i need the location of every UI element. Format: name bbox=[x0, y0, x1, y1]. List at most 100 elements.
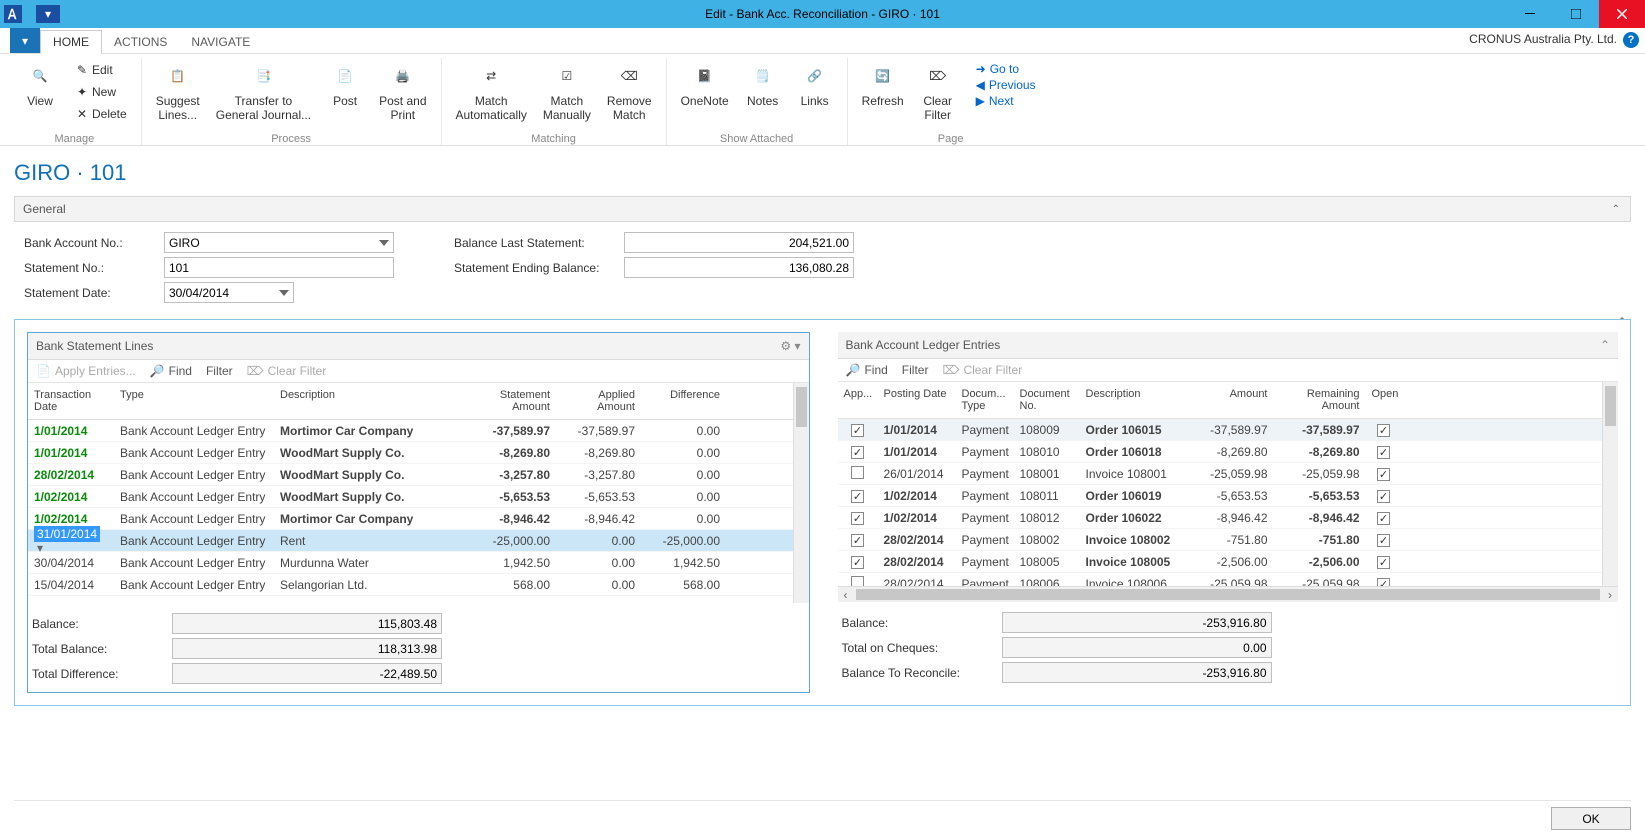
col-difference[interactable]: Difference bbox=[641, 387, 726, 415]
col-remaining[interactable]: Remaining Amount bbox=[1274, 386, 1366, 414]
table-row[interactable]: 28/02/2014Bank Account Ledger EntryWoodM… bbox=[28, 464, 809, 486]
transfer-journal-button[interactable]: 📑Transfer to General Journal... bbox=[212, 58, 315, 124]
app-icon bbox=[4, 5, 22, 23]
applied-checkbox[interactable] bbox=[851, 512, 864, 525]
table-row[interactable]: 1/02/2014Payment108012Order 106022-8,946… bbox=[838, 507, 1619, 529]
col-doc-type[interactable]: Docum... Type bbox=[956, 386, 1014, 414]
quick-access-dropdown[interactable]: ▾ bbox=[36, 5, 60, 23]
right-reconcile-label: Balance To Reconcile: bbox=[842, 666, 1002, 680]
gear-icon[interactable]: ⚙ ▾ bbox=[780, 339, 800, 353]
table-row[interactable]: 28/02/2014Payment108006Invoice 108006-25… bbox=[838, 573, 1619, 586]
table-row[interactable]: 1/01/2014Payment108010Order 106018-8,269… bbox=[838, 441, 1619, 463]
open-checkbox[interactable] bbox=[1377, 534, 1390, 547]
table-row[interactable]: 31/01/2014▾Bank Account Ledger EntryRent… bbox=[28, 530, 809, 552]
table-row[interactable]: 1/01/2014Bank Account Ledger EntryWoodMa… bbox=[28, 442, 809, 464]
applied-checkbox[interactable] bbox=[851, 466, 864, 479]
left-balance-value bbox=[172, 613, 442, 634]
maximize-button[interactable] bbox=[1553, 0, 1599, 28]
post-print-button[interactable]: 🖨️Post and Print bbox=[375, 58, 430, 124]
col-doc-no[interactable]: Document No. bbox=[1014, 386, 1080, 414]
collapse-icon[interactable]: ⌃ bbox=[1600, 338, 1610, 352]
table-row[interactable]: 1/01/2014Payment108009Order 106015-37,58… bbox=[838, 419, 1619, 441]
new-button[interactable]: ✦New bbox=[70, 82, 131, 102]
table-row[interactable]: 1/02/2014Payment108011Order 106019-5,653… bbox=[838, 485, 1619, 507]
match-auto-button[interactable]: ⇄Match Automatically bbox=[452, 58, 531, 124]
table-row[interactable]: 28/02/2014Payment108005Invoice 108005-2,… bbox=[838, 551, 1619, 573]
clear-filter-button-right[interactable]: ⌦ Clear Filter bbox=[942, 363, 1022, 377]
open-checkbox[interactable] bbox=[1377, 556, 1390, 569]
find-button-left[interactable]: 🔎 Find bbox=[150, 364, 192, 378]
delete-button[interactable]: ✕Delete bbox=[70, 104, 131, 124]
links-button[interactable]: 🔗Links bbox=[793, 58, 837, 110]
table-row[interactable]: 15/04/2014Bank Account Ledger EntrySelan… bbox=[28, 574, 809, 596]
col-description[interactable]: Description bbox=[274, 387, 456, 415]
clear-filter-button-left[interactable]: ⌦ Clear Filter bbox=[247, 364, 327, 378]
col-type[interactable]: Type bbox=[114, 387, 274, 415]
open-checkbox[interactable] bbox=[1377, 424, 1390, 437]
filter-button-left[interactable]: Filter bbox=[206, 364, 233, 378]
ending-balance-field[interactable] bbox=[624, 257, 854, 278]
applied-checkbox[interactable] bbox=[851, 556, 864, 569]
left-total-diff-value bbox=[172, 663, 442, 684]
col-applied-amount[interactable]: Applied Amount bbox=[556, 387, 641, 415]
tab-home[interactable]: HOME bbox=[40, 30, 102, 54]
open-checkbox[interactable] bbox=[1377, 446, 1390, 459]
table-row[interactable]: 1/02/2014Bank Account Ledger EntryWoodMa… bbox=[28, 486, 809, 508]
open-checkbox[interactable] bbox=[1377, 512, 1390, 525]
suggest-lines-button[interactable]: 📋Suggest Lines... bbox=[152, 58, 204, 124]
col-transaction-date[interactable]: Transaction Date bbox=[28, 387, 114, 415]
table-row[interactable]: 30/04/2014Bank Account Ledger EntryMurdu… bbox=[28, 552, 809, 574]
horizontal-scrollbar-right[interactable]: ‹› bbox=[838, 586, 1619, 602]
col-desc-right[interactable]: Description bbox=[1080, 386, 1184, 414]
next-button[interactable]: ▶Next bbox=[976, 94, 1036, 108]
applied-checkbox[interactable] bbox=[851, 490, 864, 503]
statement-no-field[interactable] bbox=[164, 257, 394, 278]
right-balance-label: Balance: bbox=[842, 616, 1002, 630]
file-tab[interactable]: ▾ bbox=[10, 28, 40, 53]
open-checkbox[interactable] bbox=[1377, 468, 1390, 481]
tab-actions[interactable]: ACTIONS bbox=[102, 31, 179, 53]
applied-checkbox[interactable] bbox=[851, 424, 864, 437]
col-statement-amount[interactable]: Statement Amount bbox=[456, 387, 556, 415]
edit-button[interactable]: ✎Edit bbox=[70, 60, 131, 80]
col-amount[interactable]: Amount bbox=[1184, 386, 1274, 414]
refresh-button[interactable]: 🔄Refresh bbox=[858, 58, 908, 110]
table-row[interactable]: 26/01/2014Payment108001Invoice 108001-25… bbox=[838, 463, 1619, 485]
help-icon[interactable]: ? bbox=[1623, 32, 1639, 48]
statement-date-field[interactable]: 30/04/2014 bbox=[164, 282, 294, 303]
notes-button[interactable]: 🗒️Notes bbox=[741, 58, 785, 110]
open-checkbox[interactable] bbox=[1377, 578, 1390, 587]
clear-filter-button[interactable]: ⌦Clear Filter bbox=[916, 58, 960, 124]
col-open[interactable]: Open bbox=[1366, 386, 1402, 414]
vertical-scrollbar-right[interactable] bbox=[1602, 382, 1618, 586]
applied-checkbox[interactable] bbox=[851, 576, 864, 587]
ledger-grid[interactable]: App... Posting Date Docum... Type Docume… bbox=[838, 382, 1619, 586]
tab-navigate[interactable]: NAVIGATE bbox=[179, 31, 262, 53]
goto-button[interactable]: ➜Go to bbox=[976, 62, 1036, 76]
col-posting-date[interactable]: Posting Date bbox=[878, 386, 956, 414]
vertical-scrollbar-left[interactable] bbox=[793, 383, 809, 603]
remove-match-button[interactable]: ⌫Remove Match bbox=[603, 58, 656, 124]
onenote-button[interactable]: 📓OneNote bbox=[677, 58, 733, 110]
table-row[interactable]: 1/02/2014Bank Account Ledger EntryMortim… bbox=[28, 508, 809, 530]
previous-button[interactable]: ◀Previous bbox=[976, 78, 1036, 92]
applied-checkbox[interactable] bbox=[851, 446, 864, 459]
applied-checkbox[interactable] bbox=[851, 534, 864, 547]
table-row[interactable]: 28/02/2014Payment108002Invoice 108002-75… bbox=[838, 529, 1619, 551]
balance-last-field[interactable] bbox=[624, 232, 854, 253]
match-manual-button[interactable]: ☑Match Manually bbox=[539, 58, 595, 124]
bank-statement-grid[interactable]: Transaction Date Type Description Statem… bbox=[28, 383, 809, 603]
close-button[interactable] bbox=[1599, 0, 1645, 28]
apply-entries-button[interactable]: 📄 Apply Entries... bbox=[36, 364, 136, 378]
bank-account-field[interactable]: GIRO bbox=[164, 232, 394, 253]
table-row[interactable]: 1/01/2014Bank Account Ledger EntryMortim… bbox=[28, 420, 809, 442]
view-button[interactable]: 🔍View bbox=[18, 58, 62, 110]
general-fasttab-header[interactable]: General ⌃ bbox=[14, 196, 1631, 222]
filter-button-right[interactable]: Filter bbox=[902, 363, 929, 377]
post-button[interactable]: 📄Post bbox=[323, 58, 367, 110]
open-checkbox[interactable] bbox=[1377, 490, 1390, 503]
find-button-right[interactable]: 🔎 Find bbox=[846, 363, 888, 377]
col-applied[interactable]: App... bbox=[838, 386, 878, 414]
minimize-button[interactable] bbox=[1507, 0, 1553, 28]
ok-button[interactable]: OK bbox=[1551, 807, 1631, 830]
